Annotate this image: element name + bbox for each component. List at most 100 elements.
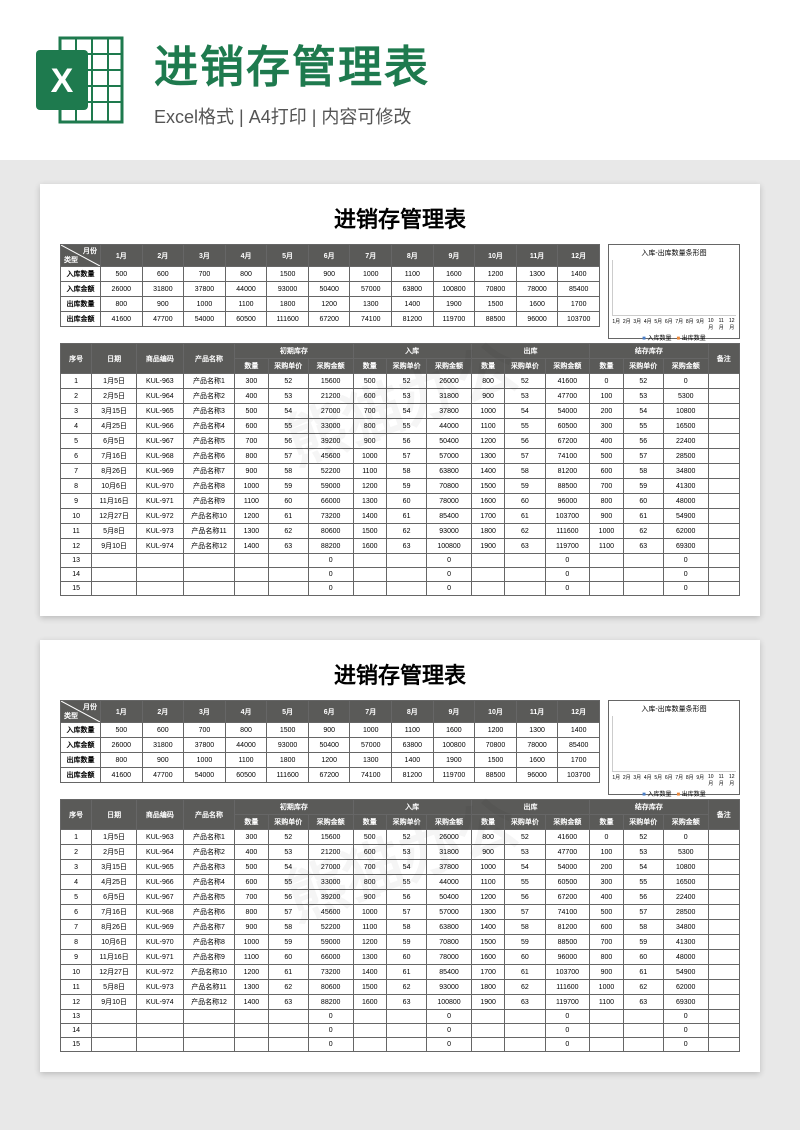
detail-cell: 56 — [505, 890, 545, 905]
detail-remark — [708, 404, 739, 419]
detail-cell — [386, 568, 426, 582]
detail-remark — [708, 905, 739, 920]
detail-cell: 54 — [386, 860, 426, 875]
detail-cell: 1900 — [471, 995, 504, 1010]
detail-cell: 0 — [308, 582, 353, 596]
detail-cell: 产品名称3 — [183, 860, 234, 875]
summary-cell: 88500 — [475, 312, 517, 327]
detail-cell — [471, 568, 504, 582]
detail-cell: 5300 — [663, 845, 708, 860]
detail-cell: 88200 — [308, 539, 353, 554]
detail-header-group: 结存库存 — [590, 344, 708, 359]
detail-cell: 500 — [353, 830, 386, 845]
chart-title: 入库-出库数量条形图 — [612, 248, 736, 258]
detail-cell: 产品名称9 — [183, 950, 234, 965]
detail-remark — [708, 479, 739, 494]
detail-cell: KUL-964 — [136, 845, 183, 860]
table-row: 1012月27日KUL-972产品名称101200617320014006185… — [61, 509, 740, 524]
detail-cell: 6月5日 — [92, 434, 137, 449]
detail-cell — [590, 582, 623, 596]
summary-cell: 1000 — [350, 723, 392, 738]
detail-cell: 26000 — [427, 374, 472, 389]
detail-cell: 0 — [308, 554, 353, 568]
detail-cell: 200 — [590, 404, 623, 419]
detail-cell — [471, 554, 504, 568]
detail-cell: 14 — [61, 568, 92, 582]
detail-cell: 8月26日 — [92, 920, 137, 935]
detail-cell: 1300 — [471, 449, 504, 464]
detail-cell: 22400 — [663, 434, 708, 449]
detail-cell: 85400 — [427, 965, 472, 980]
detail-cell — [386, 1024, 426, 1038]
chart-x-label: 3月 — [633, 774, 642, 787]
summary-month-header: 9月 — [433, 701, 475, 723]
detail-cell: 60 — [505, 494, 545, 509]
detail-cell: 5300 — [663, 389, 708, 404]
detail-cell: 11 — [61, 980, 92, 995]
summary-cell: 67200 — [308, 312, 350, 327]
summary-cell: 1800 — [267, 297, 309, 312]
detail-subheader: 采购单价 — [623, 815, 663, 830]
detail-cell: 7 — [61, 920, 92, 935]
detail-cell: 21200 — [308, 389, 353, 404]
detail-cell: KUL-970 — [136, 935, 183, 950]
detail-cell: 6月5日 — [92, 890, 137, 905]
detail-subheader: 采购单价 — [386, 815, 426, 830]
detail-cell: 27000 — [308, 404, 353, 419]
summary-cell: 1600 — [433, 267, 475, 282]
detail-cell: 34800 — [663, 464, 708, 479]
detail-remark — [708, 1038, 739, 1052]
detail-cell: 61 — [386, 509, 426, 524]
detail-cell: 12月27日 — [92, 509, 137, 524]
excel-icon: X — [30, 30, 130, 130]
detail-cell: 800 — [235, 449, 268, 464]
detail-cell: 55 — [386, 875, 426, 890]
detail-cell: 300 — [235, 374, 268, 389]
detail-cell — [235, 582, 268, 596]
detail-cell: 9 — [61, 950, 92, 965]
detail-cell: 600 — [235, 875, 268, 890]
detail-cell: 103700 — [545, 965, 590, 980]
detail-cell: 900 — [471, 845, 504, 860]
detail-cell: 0 — [590, 374, 623, 389]
detail-cell: 300 — [590, 875, 623, 890]
summary-cell: 1300 — [350, 297, 392, 312]
chart-x-label: 9月 — [696, 318, 705, 331]
detail-cell: 60500 — [545, 875, 590, 890]
detail-remark — [708, 539, 739, 554]
detail-cell: 600 — [353, 845, 386, 860]
detail-cell — [136, 568, 183, 582]
detail-cell: 1000 — [471, 860, 504, 875]
detail-cell: 700 — [353, 404, 386, 419]
summary-cell: 70800 — [475, 282, 517, 297]
summary-cell: 700 — [184, 267, 226, 282]
summary-cell: 800 — [225, 723, 267, 738]
detail-cell: 10 — [61, 509, 92, 524]
summary-month-header: 7月 — [350, 701, 392, 723]
detail-cell: 800 — [471, 374, 504, 389]
summary-cell: 500 — [101, 267, 143, 282]
detail-cell: 900 — [235, 920, 268, 935]
detail-cell: 500 — [353, 374, 386, 389]
chart-legend-out: 出库数量 — [677, 792, 706, 798]
detail-cell: 47700 — [545, 389, 590, 404]
detail-cell: 产品名称1 — [183, 830, 234, 845]
detail-cell: 63 — [505, 995, 545, 1010]
summary-row: 入库数量500600700800150090010001100160012001… — [61, 267, 600, 282]
table-row: 140000 — [61, 568, 740, 582]
detail-cell: 12月27日 — [92, 965, 137, 980]
detail-cell — [590, 1010, 623, 1024]
summary-cell: 81200 — [392, 768, 434, 783]
detail-cell: 58 — [505, 920, 545, 935]
summary-cell: 78000 — [516, 738, 558, 753]
detail-cell: 62000 — [663, 524, 708, 539]
detail-cell: 2月5日 — [92, 845, 137, 860]
summary-cell: 1900 — [433, 297, 475, 312]
detail-cell: 21200 — [308, 845, 353, 860]
summary-cell: 47700 — [142, 312, 184, 327]
chart-x-label: 6月 — [665, 774, 674, 787]
detail-header: 商品编码 — [136, 800, 183, 830]
summary-cell: 1500 — [267, 267, 309, 282]
summary-row: 入库金额260003180037800440009300050400570006… — [61, 282, 600, 297]
summary-cell: 1300 — [516, 267, 558, 282]
